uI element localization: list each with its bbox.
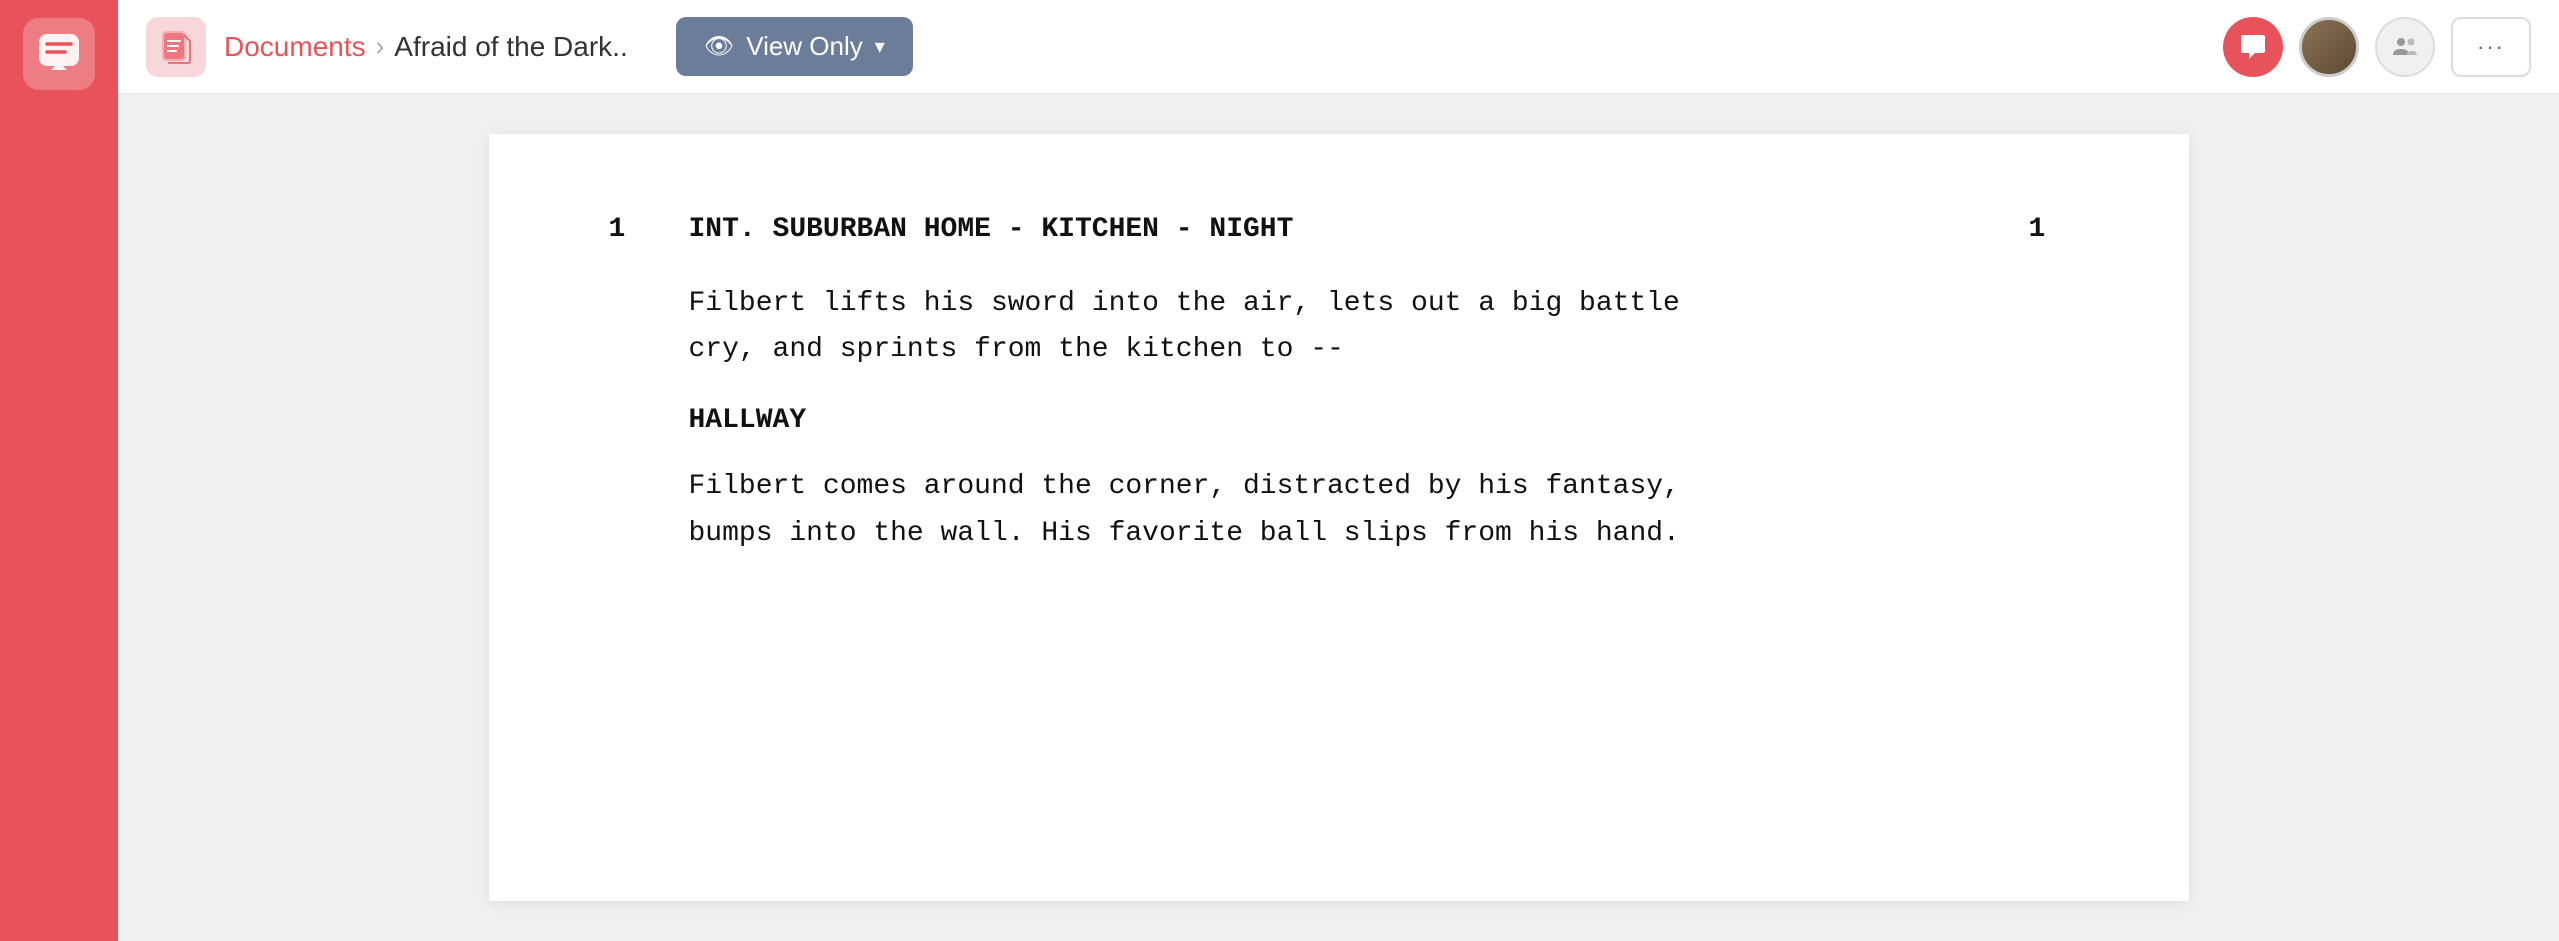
chevron-down-icon: ▾ [875,34,885,59]
eye-icon: 👁 [704,32,734,61]
sidebar-strip [0,0,118,941]
action-block-2: Filbert comes around the corner, distrac… [689,464,2069,556]
view-only-button[interactable]: 👁 View Only ▾ [676,17,913,76]
breadcrumb-separator: › [376,31,385,62]
breadcrumb-current-doc: Afraid of the Dark.. [394,31,627,63]
subheading-hallway: HALLWAY [689,405,2069,436]
breadcrumb: Documents › Afraid of the Dark.. [224,31,628,63]
action-line-4: bumps into the wall. His favorite ball s… [689,511,2069,557]
view-only-label: View Only [746,31,863,62]
action-line-1: Filbert lifts his sword into the air, le… [689,281,2069,327]
header-left: Documents › Afraid of the Dark.. 👁 View … [146,17,913,77]
scene-number-right: 1 [2029,214,2069,245]
action-line-3: Filbert comes around the corner, distrac… [689,464,2069,510]
document-icon [146,17,206,77]
scene-heading-row: 1 INT. SUBURBAN HOME - KITCHEN - NIGHT 1 [609,214,2069,245]
header-bar: Documents › Afraid of the Dark.. 👁 View … [118,0,2559,94]
user-avatar-image [2302,20,2356,74]
header-right: ··· [2223,17,2531,77]
breadcrumb-documents-link[interactable]: Documents [224,31,366,63]
comment-avatar[interactable] [2223,17,2283,77]
more-options-button[interactable]: ··· [2451,17,2531,77]
scene-heading-text: INT. SUBURBAN HOME - KITCHEN - NIGHT [689,214,1989,245]
action-block-1: Filbert lifts his sword into the air, le… [689,281,2069,373]
scene-number-left: 1 [609,214,649,245]
action-line-2: cry, and sprints from the kitchen to -- [689,327,2069,373]
document-page: 1 INT. SUBURBAN HOME - KITCHEN - NIGHT 1… [489,134,2189,901]
main-area: Documents › Afraid of the Dark.. 👁 View … [118,0,2559,941]
app-logo[interactable] [23,18,95,90]
user-avatar[interactable] [2299,17,2359,77]
group-avatar[interactable] [2375,17,2435,77]
document-area: 1 INT. SUBURBAN HOME - KITCHEN - NIGHT 1… [118,94,2559,941]
